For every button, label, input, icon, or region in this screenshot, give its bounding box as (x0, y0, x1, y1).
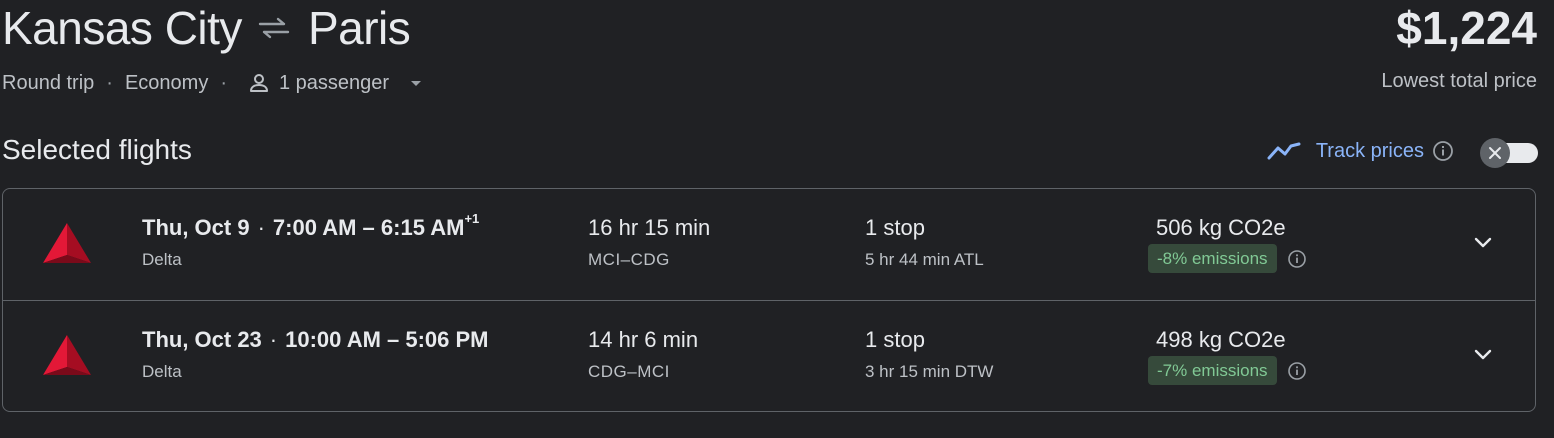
co2-amount: 506 kg CO2e (1156, 215, 1286, 240)
track-prices-label[interactable]: Track prices (1316, 140, 1424, 163)
separator-dot: · (269, 327, 278, 352)
person-icon (250, 74, 268, 92)
flight-duration: 14 hr 6 min (588, 327, 699, 352)
trend-line-icon (1267, 142, 1301, 160)
flight-duration: 16 hr 15 min (588, 215, 711, 240)
departure-arrival: 10:00 AM – 5:06 PM (285, 327, 489, 352)
stop-count: 1 stop (865, 327, 925, 352)
delta-logo-icon (43, 223, 91, 263)
emissions-badge: -7% emissions (1148, 356, 1277, 385)
destination-city: Paris (307, 2, 411, 54)
total-price: $1,224 (1396, 2, 1537, 54)
flight-route: CDG–MCI (588, 362, 670, 381)
chevron-down-icon[interactable] (1469, 229, 1497, 257)
day-offset: +1 (464, 211, 480, 226)
track-prices-toggle[interactable] (1480, 138, 1538, 168)
separator-dot: · (106, 71, 113, 94)
separator-dot: · (257, 215, 265, 240)
close-icon (1489, 147, 1501, 159)
airline-name: Delta (142, 362, 182, 381)
info-icon[interactable] (1287, 361, 1307, 381)
emissions-info: -7% emissions (1148, 356, 1307, 385)
cabin-class[interactable]: Economy (125, 72, 208, 95)
dropdown-caret-icon[interactable] (405, 72, 427, 94)
flight-row-return[interactable]: Thu, Oct 23 · 10:00 AM – 5:06 PM Delta 14 … (3, 301, 1535, 411)
flight-times: Thu, Oct 23 · 10:00 AM – 5:06 PM (142, 327, 489, 353)
toggle-thumb (1480, 138, 1510, 168)
track-prices: Track prices (1267, 134, 1538, 168)
route-header: Kansas City Paris (2, 0, 411, 56)
flight-date: Thu, Oct 9 (142, 215, 250, 240)
departure-arrival: 7:00 AM – 6:15 AM (272, 215, 465, 240)
trip-options: Round trip · Economy · 1 passenger (2, 70, 427, 96)
origin-city: Kansas City (2, 2, 242, 54)
chevron-down-icon[interactable] (1469, 341, 1497, 369)
emissions-info: -8% emissions (1148, 244, 1307, 273)
emissions-badge: -8% emissions (1148, 244, 1277, 273)
delta-logo-icon (43, 335, 91, 375)
layover-info: 3 hr 15 min DTW (865, 362, 994, 381)
section-title: Selected flights (2, 134, 192, 165)
co2-amount: 498 kg CO2e (1156, 327, 1286, 352)
flight-date: Thu, Oct 23 (142, 327, 262, 352)
separator-dot: · (220, 71, 227, 94)
passenger-count[interactable]: 1 passenger (279, 72, 389, 95)
trip-type[interactable]: Round trip (2, 72, 94, 95)
layover-info: 5 hr 44 min ATL (865, 250, 984, 269)
selected-flights-card: Thu, Oct 9 · 7:00 AM – 6:15 AM+1 Delta 16 … (2, 188, 1536, 412)
flight-times: Thu, Oct 9 · 7:00 AM – 6:15 AM+1 (142, 211, 479, 241)
stop-count: 1 stop (865, 215, 925, 240)
flight-route: MCI–CDG (588, 250, 670, 269)
info-icon[interactable] (1432, 140, 1454, 162)
price-label: Lowest total price (1381, 70, 1537, 92)
flight-summary-page: Kansas City Paris $1,224 Lowest total pr… (0, 0, 1554, 438)
info-icon[interactable] (1287, 249, 1307, 269)
swap-arrows-icon[interactable] (256, 14, 292, 42)
airline-name: Delta (142, 250, 182, 269)
flight-row-outbound[interactable]: Thu, Oct 9 · 7:00 AM – 6:15 AM+1 Delta 16 … (3, 189, 1535, 301)
